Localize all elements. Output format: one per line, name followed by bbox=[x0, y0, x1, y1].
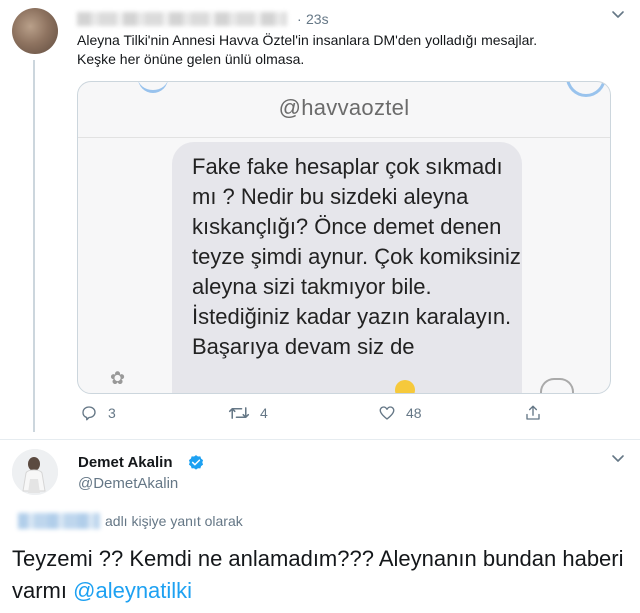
reply-count: 3 bbox=[108, 405, 116, 421]
retweet-count: 4 bbox=[260, 405, 268, 421]
display-name[interactable]: Demet Akalin bbox=[78, 454, 172, 471]
dm-header-divider bbox=[78, 137, 610, 138]
dm-header-handle: @havvaoztel bbox=[278, 95, 410, 120]
avatar-photo bbox=[12, 449, 58, 495]
mention-link[interactable]: @aleynatilki bbox=[73, 578, 192, 603]
reply-tweet-text: Teyzemi ?? Kemdi ne anlamadım??? Aleynan… bbox=[12, 543, 632, 607]
chevron-down-icon[interactable] bbox=[610, 6, 626, 22]
tweet-text: Aleyna Tilki'nin Annesi Havva Öztel'in i… bbox=[77, 31, 617, 69]
blurred-username[interactable] bbox=[77, 12, 287, 26]
user-avatar[interactable] bbox=[12, 8, 58, 54]
tweet-divider bbox=[0, 439, 640, 440]
reply-icon bbox=[82, 406, 96, 421]
retweet-icon bbox=[228, 407, 250, 419]
verified-badge-icon bbox=[188, 455, 204, 470]
chevron-down-icon[interactable] bbox=[610, 450, 626, 466]
reply-context: adlı kişiye yanıt olarak bbox=[105, 513, 243, 529]
emoji-button-icon bbox=[540, 378, 574, 393]
like-count: 48 bbox=[406, 405, 422, 421]
smiley-emoji-icon bbox=[395, 380, 415, 393]
tweet-text-line: Keşke her önüne gelen ünlü olmasa. bbox=[77, 51, 305, 67]
back-arrow-fragment bbox=[138, 82, 168, 93]
like-button[interactable]: 48 bbox=[378, 404, 422, 422]
thread-line bbox=[33, 60, 35, 432]
share-icon bbox=[526, 405, 540, 420]
tweet-media-image[interactable]: @havvaoztel Fake fake hesaplar çok sıkma… bbox=[77, 81, 611, 394]
user-avatar[interactable] bbox=[12, 449, 58, 495]
retweet-button[interactable]: 4 bbox=[228, 404, 268, 422]
user-handle[interactable]: @DemetAkalin bbox=[78, 475, 178, 492]
separator-dot: · bbox=[297, 11, 302, 27]
tweet-text-line: Aleyna Tilki'nin Annesi Havva Öztel'in i… bbox=[77, 32, 538, 48]
blurred-reply-target[interactable] bbox=[18, 513, 100, 529]
reply-button[interactable]: 3 bbox=[80, 404, 116, 422]
sticker-icon: ✿ bbox=[110, 368, 126, 388]
message-text: Fake fake hesaplar çok sıkmadı mı ? Nedi… bbox=[192, 154, 521, 359]
tweet-timestamp[interactable]: 23s bbox=[306, 11, 329, 27]
share-button[interactable] bbox=[524, 404, 552, 422]
heart-icon bbox=[379, 406, 395, 420]
